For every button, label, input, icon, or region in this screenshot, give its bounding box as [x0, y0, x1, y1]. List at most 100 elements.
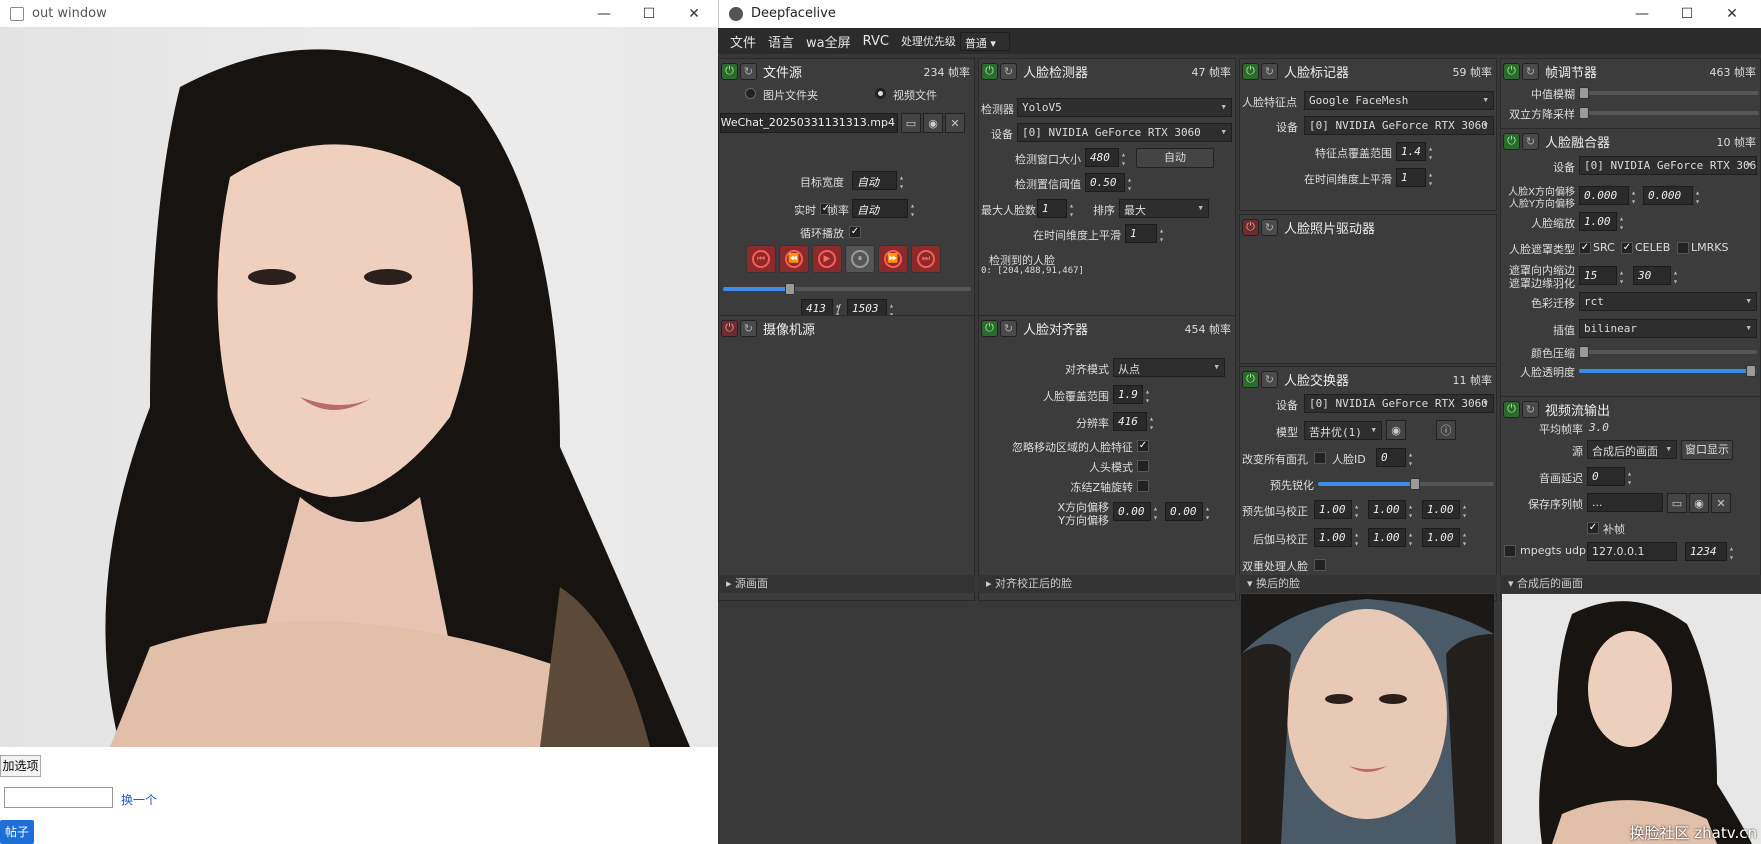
model-select[interactable]: 苦井优(1) [1304, 421, 1382, 440]
pre-gamma-b[interactable]: 1.00 [1422, 500, 1470, 520]
device-select[interactable]: [0] NVIDIA GeForce RTX 3060 [1017, 123, 1232, 142]
interpolation-select[interactable]: bilinear [1579, 319, 1757, 338]
scale-spin[interactable]: 1.00 [1579, 212, 1627, 232]
swap-all-checkbox[interactable] [1314, 452, 1326, 464]
close-button[interactable]: ✕ [672, 0, 716, 27]
mask-lmrks-checkbox[interactable] [1677, 242, 1689, 254]
text-input[interactable] [4, 787, 113, 808]
swapped-preview-header[interactable]: ▾ 换后的脸 [1239, 575, 1497, 593]
dfl-minimize-button[interactable]: — [1620, 0, 1664, 27]
eye-icon[interactable]: ◉ [923, 113, 943, 133]
play-button[interactable]: ▶ [812, 245, 842, 273]
reset-icon[interactable]: ↻ [1261, 218, 1278, 236]
file-path-input[interactable]: WeChat_20250331131313.mp4 [720, 113, 898, 133]
face-id-spin[interactable]: 0 [1376, 448, 1416, 468]
add-option-button[interactable]: 加选项 [0, 755, 41, 777]
power-icon[interactable]: ⏻ [981, 62, 998, 80]
device-select[interactable]: [0] NVIDIA GeForce RTX 3060 [1304, 116, 1494, 135]
seek-knob[interactable] [784, 283, 795, 295]
menu-file[interactable]: 文件 [730, 32, 756, 51]
power-icon[interactable]: ⏻ [1242, 370, 1259, 388]
power-icon[interactable]: ⏻ [1503, 62, 1520, 80]
median-blur-slider[interactable] [1579, 87, 1759, 99]
sharpen-slider[interactable] [1318, 478, 1494, 490]
device-select[interactable]: [0] NVIDIA GeForce RTX 3060 [1579, 156, 1757, 175]
fill-frames-checkbox[interactable]: ✓ [1587, 522, 1599, 534]
coverage-spin[interactable]: 1.9 [1113, 385, 1153, 405]
save-seq-input[interactable]: ... [1587, 493, 1663, 512]
opacity-slider[interactable] [1579, 365, 1757, 377]
folder-icon[interactable]: ▭ [1667, 493, 1687, 513]
next-frame-button[interactable]: ⏩ [878, 245, 908, 273]
menu-rvc[interactable]: RVC [863, 34, 889, 49]
reset-icon[interactable]: ↻ [1000, 319, 1017, 337]
reset-icon[interactable]: ↻ [740, 62, 757, 80]
source-select[interactable]: 合成后的画面 [1587, 440, 1677, 459]
color-transfer-select[interactable]: rct [1579, 292, 1757, 311]
ignore-moving-checkbox[interactable]: ✓ [1137, 440, 1149, 452]
x-offset-spin[interactable]: 0.000 [1579, 186, 1639, 206]
window-display-button[interactable]: 窗口显示 [1681, 440, 1733, 460]
auto-button[interactable]: 自动 [1136, 148, 1214, 168]
y-offset-spin[interactable]: 0.000 [1643, 186, 1703, 206]
dfl-maximize-button[interactable]: ☐ [1665, 0, 1709, 27]
pre-gamma-g[interactable]: 1.00 [1368, 500, 1416, 520]
reset-icon[interactable]: ↻ [1522, 132, 1539, 150]
target-width-spin[interactable]: 自动 [852, 171, 907, 191]
last-frame-button[interactable]: ⏭ [911, 245, 941, 273]
sort-select[interactable]: 最大 [1119, 199, 1209, 218]
aligned-preview-header[interactable]: ▸ 对齐校正后的脸 [978, 575, 1236, 593]
eye-icon[interactable]: ◉ [1386, 420, 1406, 440]
mask-src-checkbox[interactable]: ✓ [1579, 242, 1591, 254]
smooth-spin[interactable]: 1 [1125, 224, 1167, 244]
power-icon[interactable]: ⏻ [1503, 132, 1520, 150]
y-offset-spin[interactable]: 0.00 [1165, 502, 1213, 522]
port-spin[interactable]: 1234 [1685, 542, 1737, 562]
dfl-close-button[interactable]: ✕ [1710, 0, 1754, 27]
fps-spin[interactable]: 自动 [852, 199, 918, 219]
pause-button[interactable]: ⏸ [845, 245, 875, 273]
mpegts-checkbox[interactable] [1504, 545, 1516, 557]
blur-spin[interactable]: 30 [1633, 266, 1681, 286]
av-delay-spin[interactable]: 0 [1587, 467, 1635, 487]
radio-video-file[interactable] [875, 88, 886, 99]
freeze-z-checkbox[interactable] [1137, 480, 1149, 492]
info-icon[interactable]: ⓘ [1436, 420, 1456, 440]
post-gamma-b[interactable]: 1.00 [1422, 528, 1470, 548]
window-size-spin[interactable]: 480 [1085, 148, 1129, 168]
power-icon[interactable]: ⏻ [1242, 62, 1259, 80]
max-faces-spin[interactable]: 1 [1037, 199, 1077, 219]
reset-icon[interactable]: ↻ [1522, 62, 1539, 80]
detector-select[interactable]: YoloV5 [1017, 98, 1232, 117]
power-icon[interactable]: ⏻ [1242, 218, 1259, 236]
maximize-button[interactable]: ☐ [627, 0, 671, 27]
resolution-spin[interactable]: 416 [1113, 412, 1157, 432]
menu-language[interactable]: 语言 [768, 32, 794, 51]
power-icon[interactable]: ⏻ [721, 319, 738, 337]
compression-slider[interactable] [1579, 346, 1757, 358]
post-gamma-g[interactable]: 1.00 [1368, 528, 1416, 548]
loop-checkbox[interactable]: ✓ [849, 226, 861, 238]
threshold-spin[interactable]: 0.50 [1085, 173, 1135, 193]
post-button[interactable]: 帖子 [0, 820, 34, 844]
priority-select[interactable]: 普通 ▾ [959, 31, 1010, 51]
prev-frame-button[interactable]: ⏪ [779, 245, 809, 273]
erode-spin[interactable]: 15 [1579, 266, 1627, 286]
reset-icon[interactable]: ↻ [1261, 370, 1278, 388]
x-offset-spin[interactable]: 0.00 [1113, 502, 1161, 522]
power-icon[interactable]: ⏻ [1503, 400, 1520, 418]
first-frame-button[interactable]: ⏮ [746, 245, 776, 273]
close-icon[interactable]: ✕ [945, 113, 965, 133]
minimize-button[interactable]: — [582, 0, 626, 27]
device-select[interactable]: [0] NVIDIA GeForce RTX 3060 [1304, 394, 1494, 413]
align-mode-select[interactable]: 从点 [1113, 358, 1225, 377]
reset-icon[interactable]: ↻ [1000, 62, 1017, 80]
source-preview-header[interactable]: ▸ 源画面 [718, 575, 975, 593]
power-icon[interactable]: ⏻ [721, 62, 738, 80]
range-spin[interactable]: 1.4 [1396, 142, 1436, 162]
bilateral-slider[interactable] [1579, 107, 1759, 119]
smooth-spin[interactable]: 1 [1396, 168, 1436, 188]
mask-celeb-checkbox[interactable]: ✓ [1621, 242, 1633, 254]
ip-input[interactable]: 127.0.0.1 [1587, 542, 1677, 561]
merged-preview-header[interactable]: ▾ 合成后的画面 [1500, 575, 1761, 593]
